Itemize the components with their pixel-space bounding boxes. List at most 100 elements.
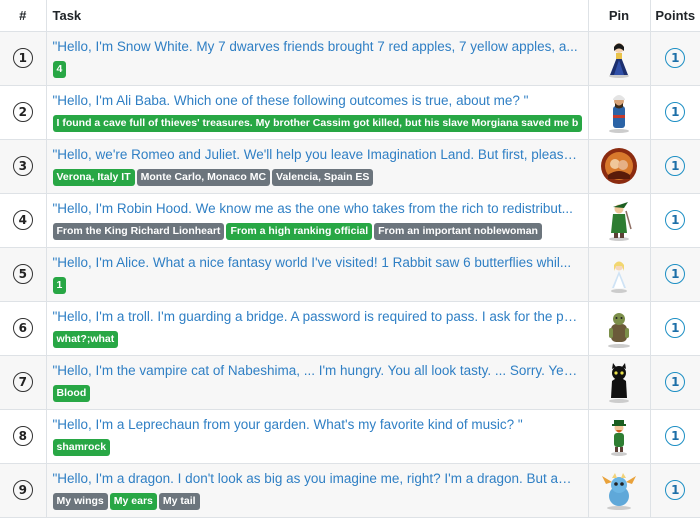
pin-cell (588, 355, 651, 410)
points-value[interactable]: 1 (665, 480, 686, 500)
row-number-cell: 7 (0, 355, 47, 410)
points-cell: 1 (650, 301, 700, 356)
answer-badge: From the King Richard Lionheart (52, 223, 225, 240)
answer-badge: Monte Carlo, Monaco MC (136, 169, 271, 186)
pin-cell (588, 463, 651, 518)
points-cell: 1 (650, 463, 700, 518)
romeo-juliet-pin-icon (589, 140, 650, 193)
answer-badge: 1 (52, 277, 67, 294)
answer-badge: My wings (52, 493, 108, 510)
task-link[interactable]: "Hello, I'm a dragon. I don't look as bi… (53, 470, 582, 488)
answer-badge: Blood (52, 385, 91, 402)
task-cell: "Hello, I'm Ali Baba. Which one of these… (46, 85, 589, 140)
task-link[interactable]: "Hello, I'm Robin Hood. We know me as th… (53, 200, 582, 218)
pin-cell (588, 139, 651, 194)
points-cell: 1 (650, 31, 700, 86)
points-cell: 1 (650, 139, 700, 194)
answer-list: Verona, Italy IT Monte Carlo, Monaco MC Va… (52, 169, 582, 186)
pin-cell (588, 409, 651, 464)
task-cell: "Hello, we're Romeo and Juliet. We'll he… (46, 139, 589, 194)
points-cell: 1 (650, 85, 700, 140)
task-cell: "Hello, I'm a dragon. I don't look as bi… (46, 463, 589, 518)
header-number[interactable]: # (0, 0, 47, 32)
task-link[interactable]: "Hello, I'm Snow White. My 7 dwarves fri… (53, 38, 582, 56)
points-value[interactable]: 1 (665, 102, 686, 122)
table-row[interactable]: 1 "Hello, I'm Snow White. My 7 dwarves f… (0, 31, 700, 86)
points-cell: 1 (650, 193, 700, 248)
answer-badge: what?;what (52, 331, 119, 348)
answer-badge: Valencia, Spain ES (272, 169, 374, 186)
task-link[interactable]: "Hello, we're Romeo and Juliet. We'll he… (53, 146, 582, 164)
task-link[interactable]: "Hello, I'm Alice. What a nice fantasy w… (53, 254, 582, 272)
row-number: 1 (12, 48, 33, 68)
row-number: 5 (12, 264, 33, 284)
points-value[interactable]: 1 (665, 372, 686, 392)
table-header-row: # Task Pin Points (0, 0, 700, 32)
row-number-cell: 6 (0, 301, 47, 356)
row-number-cell: 4 (0, 193, 47, 248)
task-link[interactable]: "Hello, I'm a Leprechaun from your garde… (53, 416, 582, 434)
leprechaun-pin-icon (589, 410, 650, 463)
answer-badge: From a high ranking official (226, 223, 373, 240)
row-number: 7 (12, 372, 33, 392)
points-value[interactable]: 1 (665, 318, 686, 338)
row-number: 6 (12, 318, 33, 338)
table-row[interactable]: 7 "Hello, I'm the vampire cat of Nabeshi… (0, 355, 700, 410)
header-points[interactable]: Points (650, 0, 700, 32)
points-value[interactable]: 1 (665, 48, 686, 68)
pin-cell (588, 193, 651, 248)
row-number: 9 (12, 480, 33, 500)
ali-baba-pin-icon (589, 86, 650, 139)
troll-pin-icon (589, 302, 650, 355)
table-row[interactable]: 8 "Hello, I'm a Leprechaun from your gar… (0, 409, 700, 464)
row-number-cell: 1 (0, 31, 47, 86)
points-value[interactable]: 1 (665, 264, 686, 284)
table-row[interactable]: 6 "Hello, I'm a troll. I'm guarding a br… (0, 301, 700, 356)
row-number-cell: 5 (0, 247, 47, 302)
dragon-pin-icon (589, 464, 650, 517)
answer-list: My wings My ears My tail (52, 493, 582, 510)
points-value[interactable]: 1 (665, 156, 686, 176)
points-cell: 1 (650, 247, 700, 302)
table-row[interactable]: 9 "Hello, I'm a dragon. I don't look as … (0, 463, 700, 518)
pin-cell (588, 247, 651, 302)
answer-badge: My tail (158, 493, 200, 510)
header-task[interactable]: Task (46, 0, 589, 32)
table-row[interactable]: 2 "Hello, I'm Ali Baba. Which one of the… (0, 85, 700, 140)
pin-cell (588, 85, 651, 140)
task-cell: "Hello, I'm Alice. What a nice fantasy w… (46, 247, 589, 302)
task-link[interactable]: "Hello, I'm a troll. I'm guarding a brid… (53, 308, 582, 326)
tasks-table: # Task Pin Points 1 "Hello, I'm Snow Whi… (0, 0, 700, 518)
answer-badge: Verona, Italy IT (52, 169, 135, 186)
answer-badge: I found a cave full of thieves' treasure… (52, 115, 582, 132)
points-value[interactable]: 1 (665, 426, 686, 446)
table-row[interactable]: 5 "Hello, I'm Alice. What a nice fantasy… (0, 247, 700, 302)
header-pin[interactable]: Pin (588, 0, 651, 32)
answer-badge: My ears (109, 493, 157, 510)
table-row[interactable]: 3 "Hello, we're Romeo and Juliet. We'll … (0, 139, 700, 194)
answer-badge: From an important noblewoman (374, 223, 542, 240)
points-value[interactable]: 1 (665, 210, 686, 230)
task-link[interactable]: "Hello, I'm the vampire cat of Nabeshima… (53, 362, 582, 380)
answer-list: what?;what (52, 331, 582, 348)
row-number-cell: 9 (0, 463, 47, 518)
row-number: 2 (12, 102, 33, 122)
task-link[interactable]: "Hello, I'm Ali Baba. Which one of these… (53, 92, 582, 110)
table-row[interactable]: 4 "Hello, I'm Robin Hood. We know me as … (0, 193, 700, 248)
row-number: 4 (12, 210, 33, 230)
row-number-cell: 2 (0, 85, 47, 140)
answer-list: shamrock (52, 439, 582, 456)
answer-badge: 4 (52, 61, 67, 78)
answer-list: I found a cave full of thieves' treasure… (52, 115, 582, 132)
robin-hood-pin-icon (589, 194, 650, 247)
answer-badge: shamrock (52, 439, 111, 456)
task-cell: "Hello, I'm a Leprechaun from your garde… (46, 409, 589, 464)
task-cell: "Hello, I'm a troll. I'm guarding a brid… (46, 301, 589, 356)
pin-cell (588, 31, 651, 86)
answer-list: 4 (52, 61, 582, 78)
row-number: 3 (12, 156, 33, 176)
pin-cell (588, 301, 651, 356)
task-cell: "Hello, I'm Robin Hood. We know me as th… (46, 193, 589, 248)
task-cell: "Hello, I'm Snow White. My 7 dwarves fri… (46, 31, 589, 86)
alice-pin-icon (589, 248, 650, 301)
